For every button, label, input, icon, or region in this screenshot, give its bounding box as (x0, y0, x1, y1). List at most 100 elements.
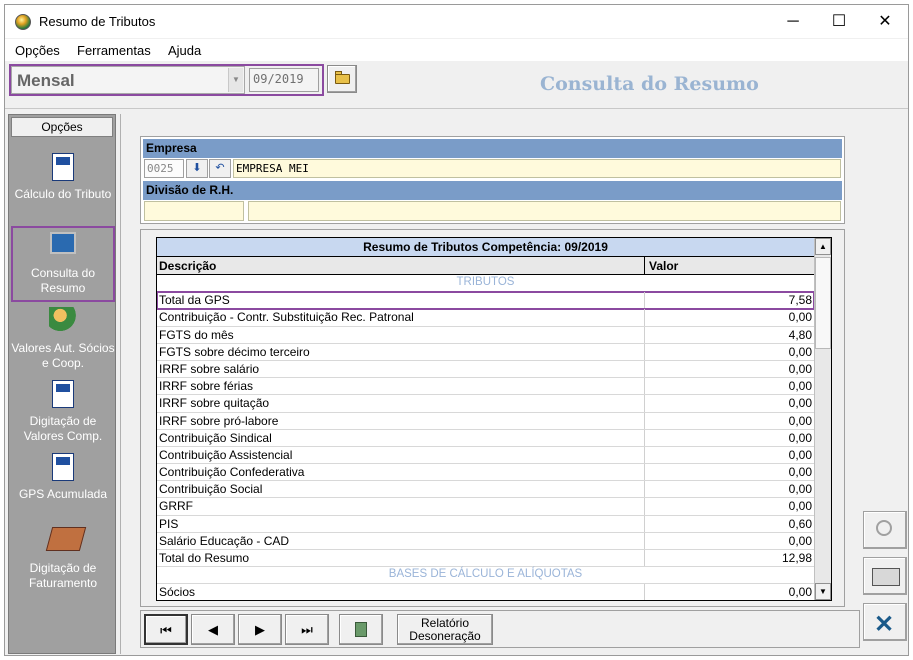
row-valor: 0,00 (644, 309, 814, 326)
last-record-button[interactable]: ⏭ (285, 614, 329, 645)
row-valor: 0,00 (644, 464, 814, 481)
row-descricao: GRRF (159, 499, 193, 514)
sidebar-item-label: Valores Aut. Sócios e Coop. (11, 341, 115, 370)
row-valor: 0,00 (644, 481, 814, 498)
preview-button[interactable] (863, 511, 907, 549)
row-valor: 0,00 (644, 378, 814, 395)
row-descricao: BASES DE CÁLCULO E ALÍQUOTAS (388, 568, 583, 581)
people-money-icon (49, 307, 77, 335)
grid-header: Descrição Valor (157, 257, 814, 275)
table-row[interactable]: Total da GPS 7,58 (157, 291, 815, 311)
app-icon (15, 14, 31, 30)
row-valor: 0,00 (644, 343, 814, 360)
grid-scrollbar[interactable]: ▲ ▼ (814, 238, 831, 600)
empresa-name-field: EMPRESA MEI (233, 159, 841, 178)
first-record-button[interactable]: ⏮ (144, 614, 188, 645)
sidebar-item-digitacao-valores[interactable]: Digitação de Valores Comp. (11, 380, 115, 444)
scroll-up-icon[interactable]: ▲ (815, 238, 831, 255)
competencia-input[interactable]: 09/2019 (249, 68, 319, 92)
print-button[interactable] (863, 557, 907, 595)
column-header-descricao[interactable]: Descrição (159, 259, 216, 273)
row-descricao: IRRF sobre pró-labore (159, 413, 279, 428)
table-row[interactable]: Sócios 0,00 (157, 584, 814, 600)
prev-record-button[interactable]: ◀ (191, 614, 235, 645)
sidebar-item-valores-aut[interactable]: Valores Aut. Sócios e Coop. (11, 307, 115, 371)
magnifier-icon (876, 520, 892, 536)
sidebar-item-label: GPS Acumulada (18, 487, 108, 501)
menu-ajuda[interactable]: Ajuda (168, 43, 201, 58)
menu-bar: Opções Ferramentas Ajuda (5, 39, 908, 61)
table-row[interactable]: FGTS do mês 4,80 (157, 326, 814, 344)
row-valor: 0,00 (644, 584, 814, 600)
undo-icon[interactable]: ↶ (209, 159, 231, 178)
sidebar-item-label: Cálculo do Tributo (14, 187, 112, 201)
empresa-code-input[interactable]: 0025 (144, 159, 184, 178)
period-select-value: Mensal (17, 71, 75, 90)
period-select[interactable]: Mensal ▼ (11, 66, 245, 94)
row-valor: 0,00 (644, 412, 814, 429)
grid-title: Resumo de Tributos Competência: 09/2019 (157, 238, 814, 257)
grid-rows: TRIBUTOS Total da GPS 7,58 Contribuição - C… (157, 275, 815, 600)
row-valor: 0,00 (644, 360, 814, 378)
table-row[interactable]: Contribuição Assistencial 0,00 (157, 446, 814, 465)
exit-button[interactable]: ✕ (863, 603, 907, 641)
row-descricao: Salário Educação - CAD (159, 533, 290, 548)
row-descricao: FGTS do mês (159, 327, 234, 342)
table-row[interactable]: PIS 0,60 (157, 515, 814, 533)
close-button[interactable]: ✕ (862, 5, 908, 38)
sidebar-item-faturamento[interactable]: Digitação de Faturamento (11, 527, 115, 591)
empresa-label: Empresa (143, 139, 842, 158)
table-row[interactable]: FGTS sobre décimo terceiro 0,00 (157, 343, 814, 361)
row-descricao: Contribuição - Contr. Substituição Rec. … (159, 310, 414, 325)
divisao-code-input[interactable] (144, 201, 244, 221)
sidebar-item-calculo[interactable]: Cálculo do Tributo (11, 153, 115, 202)
table-row[interactable]: Contribuição Social 0,00 (157, 481, 814, 499)
row-descricao: Contribuição Sindical (159, 430, 272, 445)
sidebar: Opções Cálculo do Tributo Consulta do Re… (8, 114, 116, 654)
table-row[interactable]: GRRF 0,00 (157, 498, 814, 516)
sidebar-item-consulta[interactable]: Consulta do Resumo (11, 226, 115, 302)
table-row[interactable]: IRRF sobre pró-labore 0,00 (157, 412, 814, 430)
scroll-thumb[interactable] (815, 257, 831, 349)
chevron-down-icon[interactable]: ▼ (228, 68, 243, 92)
table-row[interactable]: Salário Educação - CAD 0,00 (157, 532, 814, 550)
maximize-button[interactable]: ☐ (816, 5, 862, 38)
folder-icon (335, 74, 350, 84)
menu-ferramentas[interactable]: Ferramentas (77, 43, 151, 58)
sidebar-item-gps-acumulada[interactable]: GPS Acumulada (11, 453, 115, 502)
table-row[interactable]: IRRF sobre férias 0,00 (157, 378, 814, 396)
keyboard-icon (45, 527, 87, 551)
page-heading: Consulta do Resumo (540, 73, 759, 95)
sidebar-item-label: Digitação de Faturamento (28, 561, 98, 590)
trash-icon (355, 622, 367, 637)
column-header-valor[interactable]: Valor (644, 257, 814, 275)
monitor-query-icon (50, 232, 76, 254)
menu-opcoes[interactable]: Opções (15, 43, 60, 58)
divisao-name-field (248, 201, 841, 221)
table-row[interactable]: IRRF sobre quitação 0,00 (157, 395, 814, 413)
next-record-button[interactable]: ▶ (238, 614, 282, 645)
resumo-grid: Resumo de Tributos Competência: 09/2019 … (156, 237, 832, 601)
minimize-button[interactable]: ─ (770, 5, 816, 38)
open-folder-button[interactable] (327, 65, 357, 93)
section-header: TRIBUTOS (157, 275, 814, 293)
empresa-panel: Empresa 0025 ⬇ ↶ EMPRESA MEI Divisão de … (140, 136, 845, 224)
scroll-down-icon[interactable]: ▼ (815, 583, 831, 600)
row-valor: 4,80 (644, 326, 814, 343)
table-row[interactable]: Contribuição Confederativa 0,00 (157, 464, 814, 482)
grid-panel: Resumo de Tributos Competência: 09/2019 … (140, 229, 845, 607)
row-descricao: Total do Resumo (159, 551, 250, 565)
row-descricao: Sócios (159, 585, 196, 600)
row-valor: 0,00 (644, 395, 814, 412)
main-content: Empresa 0025 ⬇ ↶ EMPRESA MEI Divisão de … (120, 114, 860, 654)
table-row[interactable]: Contribuição Sindical 0,00 (157, 429, 814, 447)
row-valor: 0,00 (644, 532, 814, 549)
relatorio-desoneracao-button[interactable]: Relatório Desoneração (397, 614, 493, 645)
table-row[interactable]: Total do Resumo 12,98 (157, 550, 814, 568)
table-row[interactable]: IRRF sobre salário 0,00 (157, 360, 814, 379)
delete-button[interactable] (339, 614, 383, 645)
row-descricao: TRIBUTOS (456, 276, 515, 288)
app-window: Resumo de Tributos ─ ☐ ✕ Opções Ferramen… (4, 4, 909, 656)
download-icon[interactable]: ⬇ (186, 159, 208, 178)
table-row[interactable]: Contribuição - Contr. Substituição Rec. … (157, 309, 814, 327)
